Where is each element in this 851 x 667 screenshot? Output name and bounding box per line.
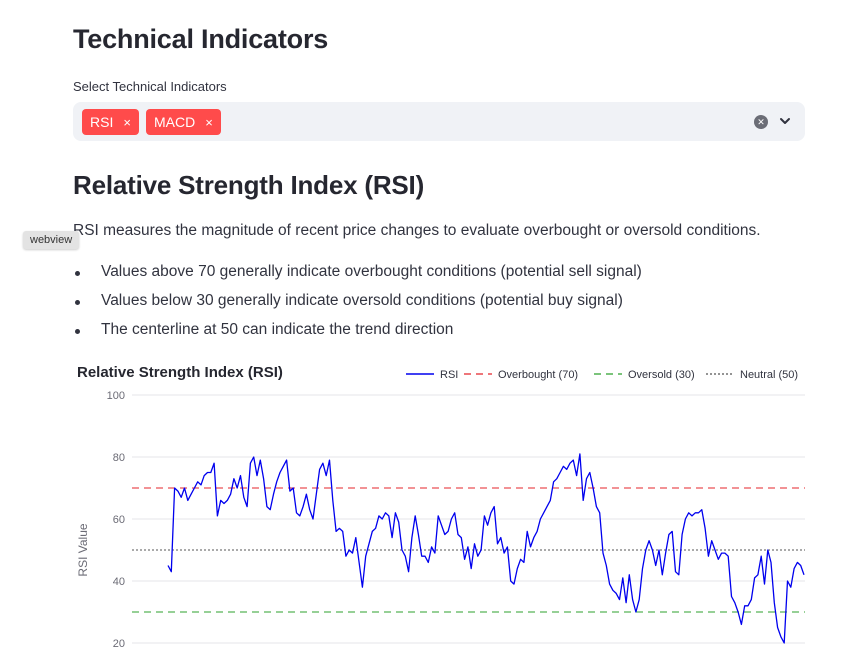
y-axis-label: RSI Value	[76, 523, 90, 576]
chevron-down-icon[interactable]	[777, 113, 793, 129]
bullet-centerline: The centerline at 50 can indicate the tr…	[73, 321, 642, 350]
page-title: Technical Indicators	[73, 24, 329, 54]
y-ticks: 20 40 60 80 100	[107, 390, 125, 650]
indicator-select-label: Select Technical Indicators	[73, 79, 227, 94]
chart-title: Relative Strength Index (RSI)	[77, 364, 283, 381]
rsi-bullet-list: Values above 70 generally indicate overb…	[73, 263, 642, 350]
legend-label-2: Oversold (30)	[628, 369, 695, 381]
y-tick-label-40: 40	[113, 576, 125, 588]
chip-macd-remove-icon[interactable]: ×	[205, 115, 213, 130]
series-layer	[167, 453, 805, 644]
rsi-description: RSI measures the magnitude of recent pri…	[73, 222, 761, 239]
chip-macd-label: MACD	[154, 114, 196, 130]
rsi-chart: Relative Strength Index (RSI) RSI Value …	[76, 364, 805, 650]
chip-rsi-remove-icon[interactable]: ×	[123, 115, 131, 130]
legend-label-1: Overbought (70)	[498, 369, 578, 381]
y-tick-label-20: 20	[113, 638, 125, 650]
clear-all-icon[interactable]: ✕	[754, 115, 768, 129]
y-tick-label-80: 80	[113, 452, 125, 464]
indicator-multiselect[interactable]: RSI × MACD × ✕	[73, 102, 805, 141]
chart-legend: RSI Overbought (70) Oversold (30) Neutral (…	[406, 369, 798, 381]
bullet-overbought: Values above 70 generally indicate overb…	[73, 263, 642, 292]
y-tick-label-60: 60	[113, 514, 125, 526]
y-tick-label-100: 100	[107, 390, 125, 402]
chip-macd: MACD ×	[146, 109, 221, 135]
rsi-series-line	[167, 453, 805, 644]
legend-label-3: Neutral (50)	[740, 369, 798, 381]
chip-rsi: RSI ×	[82, 109, 139, 135]
bullet-oversold: Values below 30 generally indicate overs…	[73, 292, 642, 321]
legend-label-0: RSI	[440, 369, 458, 381]
webview-tooltip: webview	[23, 231, 80, 249]
section-title: Relative Strength Index (RSI)	[73, 170, 425, 200]
chip-rsi-label: RSI	[90, 114, 114, 130]
